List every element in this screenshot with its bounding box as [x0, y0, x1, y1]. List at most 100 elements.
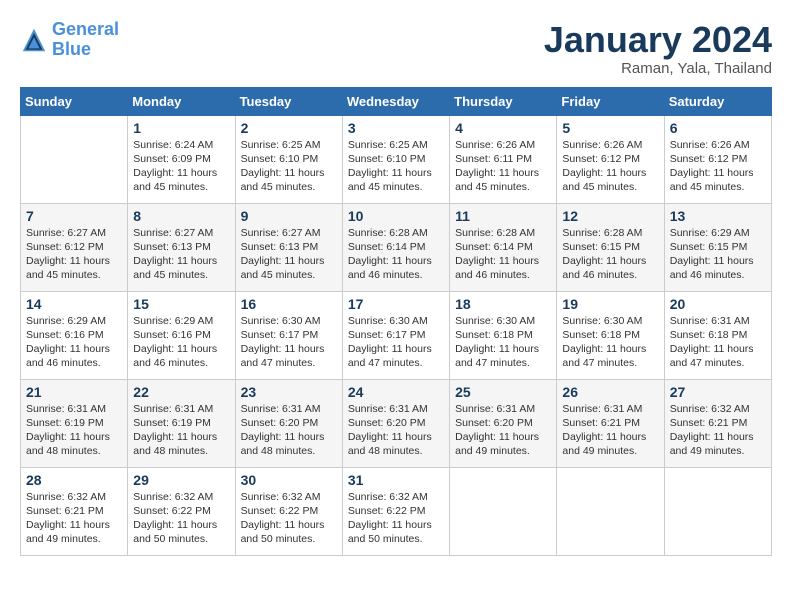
- day-number: 4: [455, 120, 551, 136]
- calendar-cell: 12 Sunrise: 6:28 AMSunset: 6:15 PMDayligh…: [557, 203, 664, 291]
- day-number: 17: [348, 296, 444, 312]
- day-number: 19: [562, 296, 658, 312]
- day-number: 27: [670, 384, 766, 400]
- calendar-week-2: 7 Sunrise: 6:27 AMSunset: 6:12 PMDaylight…: [21, 203, 772, 291]
- calendar-cell: 8 Sunrise: 6:27 AMSunset: 6:13 PMDaylight…: [128, 203, 235, 291]
- day-number: 12: [562, 208, 658, 224]
- calendar-cell: 24 Sunrise: 6:31 AMSunset: 6:20 PMDayligh…: [342, 379, 449, 467]
- cell-info: Sunrise: 6:32 AMSunset: 6:21 PMDaylight:…: [26, 490, 122, 547]
- cell-info: Sunrise: 6:25 AMSunset: 6:10 PMDaylight:…: [241, 138, 337, 195]
- cell-info: Sunrise: 6:24 AMSunset: 6:09 PMDaylight:…: [133, 138, 229, 195]
- weekday-header-friday: Friday: [557, 87, 664, 115]
- calendar-cell: 26Sunrise: 6:31 AMSunset: 6:21 PMDayligh…: [557, 379, 664, 467]
- day-number: 16: [241, 296, 337, 312]
- calendar-cell: 17 Sunrise: 6:30 AMSunset: 6:17 PMDayligh…: [342, 291, 449, 379]
- cell-info: Sunrise: 6:29 AMSunset: 6:15 PMDaylight:…: [670, 226, 766, 283]
- cell-info: Sunrise: 6:30 AMSunset: 6:17 PMDaylight:…: [241, 314, 337, 371]
- calendar-week-4: 21 Sunrise: 6:31 AMSunset: 6:19 PMDayligh…: [21, 379, 772, 467]
- logo-icon: [20, 26, 48, 54]
- cell-info: Sunrise: 6:25 AMSunset: 6:10 PMDaylight:…: [348, 138, 444, 195]
- day-number: 18: [455, 296, 551, 312]
- day-number: 28: [26, 472, 122, 488]
- title-block: January 2024 Raman, Yala, Thailand: [544, 20, 772, 77]
- day-number: 3: [348, 120, 444, 136]
- cell-info: Sunrise: 6:29 AMSunset: 6:16 PMDaylight:…: [26, 314, 122, 371]
- calendar-cell: 19Sunrise: 6:30 AMSunset: 6:18 PMDayligh…: [557, 291, 664, 379]
- cell-info: Sunrise: 6:29 AMSunset: 6:16 PMDaylight:…: [133, 314, 229, 371]
- day-number: 29: [133, 472, 229, 488]
- day-number: 7: [26, 208, 122, 224]
- day-number: 10: [348, 208, 444, 224]
- calendar-cell: 25 Sunrise: 6:31 AMSunset: 6:20 PMDayligh…: [450, 379, 557, 467]
- cell-info: Sunrise: 6:30 AMSunset: 6:18 PMDaylight:…: [455, 314, 551, 371]
- weekday-header-sunday: Sunday: [21, 87, 128, 115]
- calendar-cell: 28 Sunrise: 6:32 AMSunset: 6:21 PMDayligh…: [21, 467, 128, 555]
- cell-info: Sunrise: 6:31 AMSunset: 6:20 PMDaylight:…: [241, 402, 337, 459]
- cell-info: Sunrise: 6:30 AMSunset: 6:17 PMDaylight:…: [348, 314, 444, 371]
- weekday-header-wednesday: Wednesday: [342, 87, 449, 115]
- cell-info: Sunrise: 6:27 AMSunset: 6:13 PMDaylight:…: [133, 226, 229, 283]
- day-number: 24: [348, 384, 444, 400]
- calendar-cell: [21, 115, 128, 203]
- calendar-cell: 21 Sunrise: 6:31 AMSunset: 6:19 PMDayligh…: [21, 379, 128, 467]
- weekday-header-tuesday: Tuesday: [235, 87, 342, 115]
- calendar-cell: 27 Sunrise: 6:32 AMSunset: 6:21 PMDayligh…: [664, 379, 771, 467]
- calendar-week-1: 1 Sunrise: 6:24 AMSunset: 6:09 PMDaylight…: [21, 115, 772, 203]
- cell-info: Sunrise: 6:32 AMSunset: 6:22 PMDaylight:…: [241, 490, 337, 547]
- calendar-cell: 1 Sunrise: 6:24 AMSunset: 6:09 PMDaylight…: [128, 115, 235, 203]
- day-number: 6: [670, 120, 766, 136]
- calendar-cell: 11Sunrise: 6:28 AMSunset: 6:14 PMDayligh…: [450, 203, 557, 291]
- calendar-cell: 7 Sunrise: 6:27 AMSunset: 6:12 PMDaylight…: [21, 203, 128, 291]
- cell-info: Sunrise: 6:27 AMSunset: 6:12 PMDaylight:…: [26, 226, 122, 283]
- day-number: 13: [670, 208, 766, 224]
- month-title: January 2024: [544, 20, 772, 60]
- calendar-cell: 2 Sunrise: 6:25 AMSunset: 6:10 PMDaylight…: [235, 115, 342, 203]
- day-number: 15: [133, 296, 229, 312]
- calendar-cell: 23Sunrise: 6:31 AMSunset: 6:20 PMDayligh…: [235, 379, 342, 467]
- day-number: 8: [133, 208, 229, 224]
- calendar-week-3: 14 Sunrise: 6:29 AMSunset: 6:16 PMDayligh…: [21, 291, 772, 379]
- cell-info: Sunrise: 6:31 AMSunset: 6:20 PMDaylight:…: [348, 402, 444, 459]
- calendar-body: 1 Sunrise: 6:24 AMSunset: 6:09 PMDaylight…: [21, 115, 772, 555]
- calendar-cell: 29 Sunrise: 6:32 AMSunset: 6:22 PMDayligh…: [128, 467, 235, 555]
- cell-info: Sunrise: 6:26 AMSunset: 6:11 PMDaylight:…: [455, 138, 551, 195]
- calendar-cell: [557, 467, 664, 555]
- day-number: 5: [562, 120, 658, 136]
- cell-info: Sunrise: 6:31 AMSunset: 6:18 PMDaylight:…: [670, 314, 766, 371]
- day-number: 21: [26, 384, 122, 400]
- calendar-week-5: 28 Sunrise: 6:32 AMSunset: 6:21 PMDayligh…: [21, 467, 772, 555]
- calendar-cell: 4 Sunrise: 6:26 AMSunset: 6:11 PMDaylight…: [450, 115, 557, 203]
- cell-info: Sunrise: 6:32 AMSunset: 6:21 PMDaylight:…: [670, 402, 766, 459]
- calendar-cell: 5Sunrise: 6:26 AMSunset: 6:12 PMDaylight…: [557, 115, 664, 203]
- calendar-cell: 15 Sunrise: 6:29 AMSunset: 6:16 PMDayligh…: [128, 291, 235, 379]
- day-number: 1: [133, 120, 229, 136]
- cell-info: Sunrise: 6:28 AMSunset: 6:15 PMDaylight:…: [562, 226, 658, 283]
- calendar-cell: 6 Sunrise: 6:26 AMSunset: 6:12 PMDaylight…: [664, 115, 771, 203]
- calendar-cell: 13 Sunrise: 6:29 AMSunset: 6:15 PMDayligh…: [664, 203, 771, 291]
- weekday-header-saturday: Saturday: [664, 87, 771, 115]
- day-number: 14: [26, 296, 122, 312]
- calendar-header-row: SundayMondayTuesdayWednesdayThursdayFrid…: [21, 87, 772, 115]
- cell-info: Sunrise: 6:31 AMSunset: 6:20 PMDaylight:…: [455, 402, 551, 459]
- cell-info: Sunrise: 6:31 AMSunset: 6:19 PMDaylight:…: [133, 402, 229, 459]
- calendar-cell: 18 Sunrise: 6:30 AMSunset: 6:18 PMDayligh…: [450, 291, 557, 379]
- calendar-cell: 31Sunrise: 6:32 AMSunset: 6:22 PMDayligh…: [342, 467, 449, 555]
- day-number: 22: [133, 384, 229, 400]
- day-number: 25: [455, 384, 551, 400]
- logo: General Blue: [20, 20, 119, 60]
- calendar-cell: 10 Sunrise: 6:28 AMSunset: 6:14 PMDayligh…: [342, 203, 449, 291]
- day-number: 31: [348, 472, 444, 488]
- calendar-cell: [664, 467, 771, 555]
- calendar-cell: 30Sunrise: 6:32 AMSunset: 6:22 PMDayligh…: [235, 467, 342, 555]
- cell-info: Sunrise: 6:32 AMSunset: 6:22 PMDaylight:…: [133, 490, 229, 547]
- cell-info: Sunrise: 6:28 AMSunset: 6:14 PMDaylight:…: [348, 226, 444, 283]
- calendar-cell: 14 Sunrise: 6:29 AMSunset: 6:16 PMDayligh…: [21, 291, 128, 379]
- day-number: 2: [241, 120, 337, 136]
- cell-info: Sunrise: 6:26 AMSunset: 6:12 PMDaylight:…: [670, 138, 766, 195]
- cell-info: Sunrise: 6:28 AMSunset: 6:14 PMDaylight:…: [455, 226, 551, 283]
- day-number: 9: [241, 208, 337, 224]
- day-number: 26: [562, 384, 658, 400]
- cell-info: Sunrise: 6:31 AMSunset: 6:19 PMDaylight:…: [26, 402, 122, 459]
- calendar-cell: 16 Sunrise: 6:30 AMSunset: 6:17 PMDayligh…: [235, 291, 342, 379]
- calendar-cell: 3 Sunrise: 6:25 AMSunset: 6:10 PMDaylight…: [342, 115, 449, 203]
